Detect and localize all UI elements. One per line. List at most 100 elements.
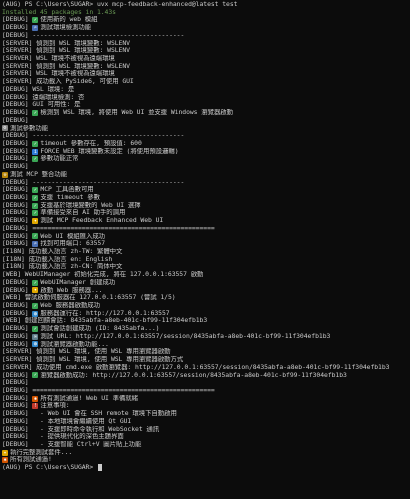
line-text: 參數功能正常 <box>40 155 79 163</box>
terminal-line: [DEBUG] --------------------------------… <box>2 32 410 40</box>
check-icon: ✓ <box>32 156 39 163</box>
line-text: 測試 URL: http://127.0.0.1:63557/session/8… <box>40 332 331 340</box>
terminal-line: [DEBUG] - 支援智能 Ctrl+V 圖片貼上功能 <box>2 441 410 449</box>
line-text: Web 服務器啟動成功 <box>40 302 100 310</box>
check-icon: ✓ <box>32 202 39 209</box>
terminal-line: [SERVER] 偵測到 WSL 環境變數: WSLENV <box>2 40 410 48</box>
terminal-line: [WEB] WebUIManager 初始化完成, 將在 127.0.0.1:6… <box>2 271 410 279</box>
line-text: [DEBUG] - Web UI 會在 SSH remote 環境下自動啟用 <box>2 410 177 418</box>
line-text: 找到可用端口: 63557 <box>40 240 106 248</box>
line-text: [DEBUG] - 提供現代化的深色主題界面 <box>2 433 124 441</box>
terminal-window[interactable]: (AUG) PS C:\Users\SUGAR> uvx mcp-feedbac… <box>0 0 410 499</box>
line-prefix: [DEBUG] <box>2 394 33 402</box>
terminal-line: [DEBUG] ◍ 服務器運行在: http://127.0.0.1:63557 <box>2 310 410 318</box>
terminal-line: [SERVER] 偵測到 WSL 環境, 使用 WSL 專用瀏覽器啟動方式 <box>2 356 410 364</box>
line-prefix: [DEBUG] <box>2 286 33 294</box>
line-prefix: [DEBUG] <box>2 109 33 117</box>
line-prefix: [DEBUG] <box>2 240 33 248</box>
line-text: 支援 timeout 參數 <box>40 193 100 201</box>
terminal-line: [DEBUG] ================================… <box>2 225 410 233</box>
terminal-line: [DEBUG] 遠端環境檢測: 否 <box>2 94 410 102</box>
terminal-line: [DEBUG] ✓ Web UI 模組匯入成功 <box>2 233 410 241</box>
line-text: Web UI 模組匯入成功 <box>40 232 106 240</box>
globe-icon: ◍ <box>32 341 39 348</box>
terminal-line: [WEB] 創建回饋會話: 8435abfa-a8eb-401c-bf99-11… <box>2 317 410 325</box>
line-text: 服務器運行在: http://127.0.0.1:63557 <box>40 309 170 317</box>
terminal-line: [SERVER] 成功使用 cmd.exe 啟動瀏覽器: http://127.… <box>2 364 410 372</box>
terminal-line: [DEBUG] ✓ 測試會話創建成功 (ID: 8435abfa...) <box>2 325 410 333</box>
line-text: [DEBUG] --------------------------------… <box>2 178 185 186</box>
terminal-line: [DEBUG] ⌕ 測試環境檢測功能 <box>2 24 410 32</box>
gear-icon: ⚙ <box>2 125 8 132</box>
line-prefix: [DEBUG] <box>2 332 33 340</box>
line-text: 注意事項: <box>40 402 70 410</box>
line-text: (AUG) PS C:\Users\SUGAR> <box>2 464 97 472</box>
line-text: MCP 工具函數可用 <box>40 186 94 194</box>
line-text: 啟動 Web 服務器... <box>40 286 103 294</box>
line-text: 測試 MCP 整合功能 <box>10 170 68 178</box>
terminal-line: [DEBUG] GUI 可用性: 是 <box>2 101 410 109</box>
check-icon: ✓ <box>32 326 39 333</box>
line-prefix: [DEBUG] <box>2 193 33 201</box>
check-icon: ✓ <box>32 372 39 379</box>
line-text: [DEBUG] - 支援智能 Ctrl+V 圖片貼上功能 <box>2 440 142 448</box>
line-text: 所有測試通過! <box>10 456 52 464</box>
terminal-line: [DEBUG] ✓ 準備接受來自 AI 助手的調用 <box>2 209 410 217</box>
sparkle-icon: ✦ <box>32 287 39 294</box>
check-icon: ✓ <box>32 17 39 24</box>
terminal-line: [DEBUG] ✓ 支援基於環境變數的 Web UI 選擇 <box>2 202 410 210</box>
line-text: timeout 參數存在, 預設值: 600 <box>40 139 142 147</box>
check-icon: ✓ <box>32 279 39 286</box>
check-icon: ✓ <box>32 140 39 147</box>
line-text: [SERVER] WSL 環境不被視為遠端環境 <box>2 55 115 63</box>
line-prefix: [DEBUG] <box>2 201 33 209</box>
sparkle-icon: ✦ <box>32 217 39 224</box>
terminal-line: [DEBUG] ✓ 參數功能正常 <box>2 155 410 163</box>
terminal-line: ⚒ 測試 MCP 整合功能 <box>2 171 410 179</box>
line-text: [SERVER] 偵測到 WSL 環境, 使用 WSL 專用瀏覽器啟動方式 <box>2 356 184 364</box>
line-text: [DEBUG] WSL 環境: 是 <box>2 85 75 93</box>
terminal-line: (AUG) PS C:\Users\SUGAR> <box>2 464 410 472</box>
line-prefix: [DEBUG] <box>2 232 33 240</box>
terminal-line: [I18N] 成功載入語言 en: English <box>2 256 410 264</box>
line-prefix: [DEBUG] <box>2 302 33 310</box>
terminal-line: (AUG) PS C:\Users\SUGAR> uvx mcp-feedbac… <box>2 1 410 9</box>
line-prefix: [DEBUG] <box>2 278 33 286</box>
check-icon: ✓ <box>32 187 39 194</box>
info-icon: i <box>32 148 39 155</box>
terminal-line: ✦ 執行完整測試套件... <box>2 449 410 457</box>
terminal-line: [SERVER] WSL 環境不被視為遠端環境 <box>2 55 410 63</box>
line-text: [SERVER] 偵測到 WSL 環境變數: WSLENV <box>2 47 130 55</box>
line-text: 使用新的 web 模組 <box>40 16 98 24</box>
line-prefix: [DEBUG] <box>2 24 33 32</box>
line-text: [DEBUG] ================================… <box>2 386 215 394</box>
line-text: [I18N] 成功載入語言 en: English <box>2 255 113 263</box>
line-text: [DEBUG] --------------------------------… <box>2 31 185 39</box>
party-icon: ✱ <box>32 395 39 402</box>
terminal-line: [SERVER] 偵測到 WSL 環境變數: WSLENV <box>2 63 410 71</box>
line-text: [DEBUG] ================================… <box>2 224 215 232</box>
terminal-line: [DEBUG] ✓ MCP 工具函數可用 <box>2 186 410 194</box>
search-icon: ⌕ <box>32 241 39 248</box>
check-icon: ✓ <box>32 194 39 201</box>
link-icon: ∞ <box>32 333 39 340</box>
line-text: [I18N] 成功載入語言 zh-TW: 繁體中文 <box>2 248 123 255</box>
terminal-line: [DEBUG] ✦ 測試 MCP Feedback Enhanced Web UI <box>2 217 410 225</box>
line-prefix: [DEBUG] <box>2 209 33 217</box>
line-prefix: [DEBUG] <box>2 325 33 333</box>
line-text: WebUIManager 創建成功 <box>40 278 116 286</box>
wrench-icon: ⚒ <box>2 171 8 178</box>
terminal-line: [I18N] 成功載入語言 zh-TW: 繁體中文 <box>2 248 410 256</box>
line-prefix: [DEBUG] <box>2 139 33 147</box>
line-text: [WEB] 嘗試啟動伺服器在 127.0.0.1:63557 (嘗試 1/5) <box>2 294 176 302</box>
check-icon: ✓ <box>32 302 39 309</box>
terminal-line: [DEBUG] ⌕ 找到可用端口: 63557 <box>2 240 410 248</box>
line-prefix: [DEBUG] <box>2 147 33 155</box>
line-text: 測試瀏覽器啟動功能... <box>40 340 109 348</box>
terminal-line: [SERVER] 偵測到 WSL 環境, 使用 WSL 專用瀏覽器啟動 <box>2 348 410 356</box>
line-text: [DEBUG] <box>2 163 29 171</box>
line-text: [DEBUG] 遠端環境檢測: 否 <box>2 93 85 101</box>
terminal-line: [I18N] 成功載入語言 zh-CN: 简体中文 <box>2 263 410 271</box>
check-icon: ✓ <box>32 109 39 116</box>
line-text: [SERVER] 成功使用 cmd.exe 啟動瀏覽器: http://127.… <box>2 363 390 371</box>
